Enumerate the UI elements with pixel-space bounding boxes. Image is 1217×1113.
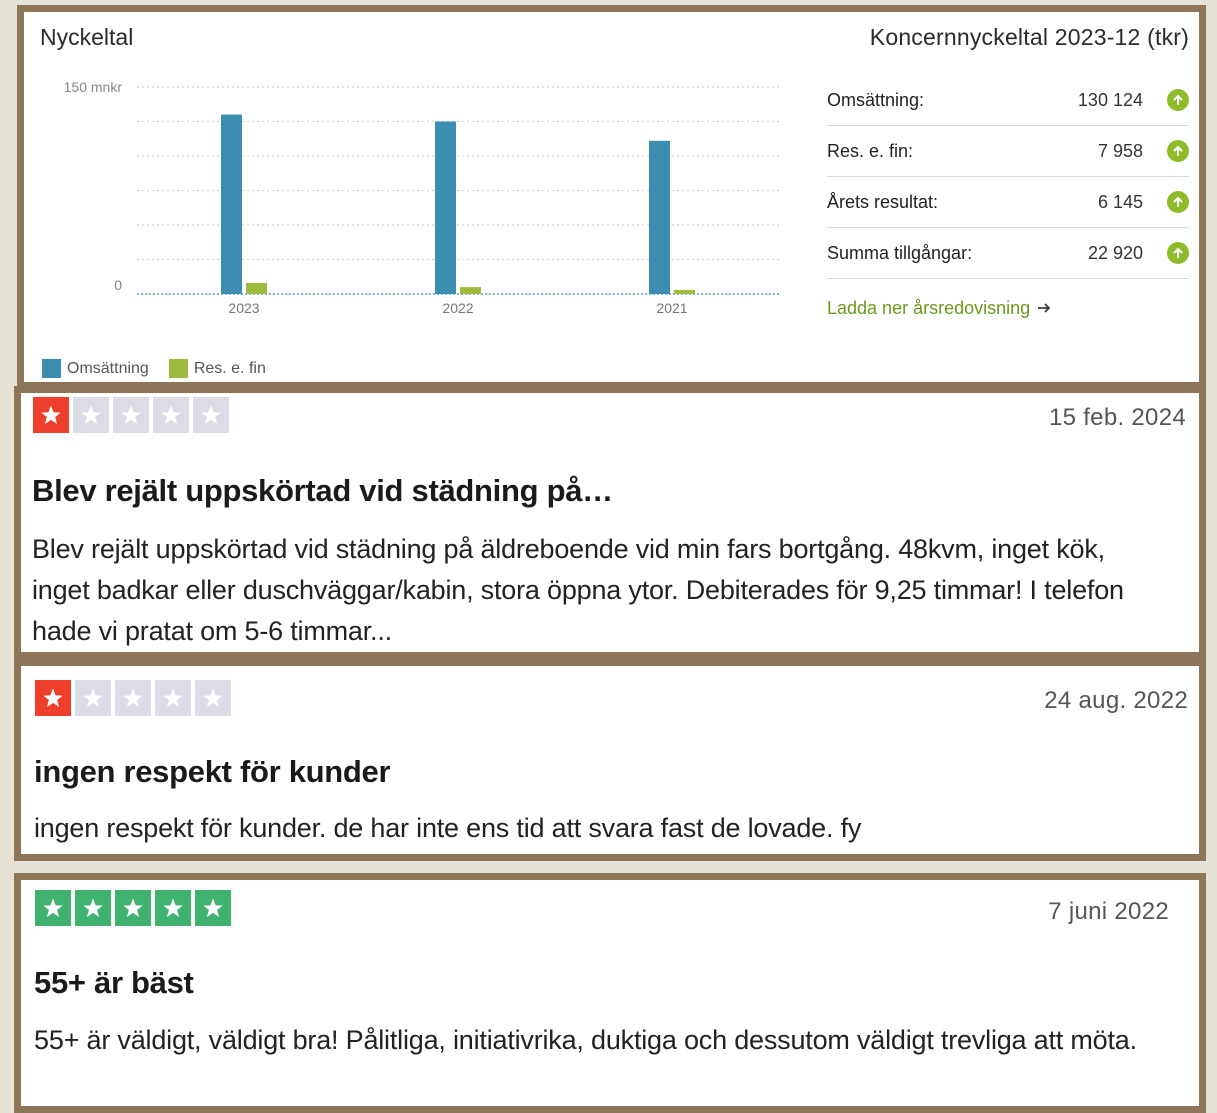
star-icon <box>155 890 191 926</box>
key-figure-label: Omsättning: <box>827 89 925 110</box>
star-rating <box>35 680 231 716</box>
key-figure-value: 6 145 <box>1097 191 1143 212</box>
star-rating <box>35 890 231 926</box>
bar-result <box>674 289 695 294</box>
review-card: 15 feb. 2024 Blev rejält uppskörtad vid … <box>14 386 1206 659</box>
star-icon <box>155 680 191 716</box>
star-icon <box>33 397 69 433</box>
review-body: 55+ är väldigt, väldigt bra! Pålitliga, … <box>34 1025 1137 1055</box>
key-figure-value: 7 958 <box>1097 140 1143 161</box>
legend-swatch-result <box>168 359 188 378</box>
arrow-up-icon <box>1167 140 1189 162</box>
review-date: 15 feb. 2024 <box>1048 404 1186 431</box>
bar-revenue <box>435 121 456 294</box>
review-title[interactable]: Blev rejält uppskörtad vid städning på… <box>32 473 613 509</box>
key-figure-row: Summa tillgångar: 22 920 <box>827 228 1189 279</box>
legend-label-revenue: Omsättning <box>67 359 149 377</box>
review-body: Blev rejält uppskörtad vid städning på ä… <box>32 534 1124 646</box>
star-icon <box>195 680 231 716</box>
key-figure-row: Res. e. fin: 7 958 <box>827 126 1189 177</box>
review-body: ingen respekt för kunder. de har inte en… <box>34 813 862 843</box>
x-tick-label: 2023 <box>228 300 259 316</box>
key-figure-value: 130 124 <box>1077 89 1143 110</box>
download-annual-report-link[interactable]: Ladda ner årsredovisning <box>827 298 1051 319</box>
key-figure-row: Årets resultat: 6 145 <box>827 177 1189 228</box>
bar-result <box>460 287 481 294</box>
star-icon <box>75 680 111 716</box>
group-figures-title: Koncernnyckeltal 2023-12 (tkr) <box>869 24 1189 50</box>
arrow-up-icon <box>1167 89 1189 111</box>
key-figures-table: Omsättning: 130 124 Res. e. fin: 7 958 Å… <box>827 75 1189 279</box>
legend-item-result: Res. e. fin <box>168 359 266 378</box>
x-tick-label: 2021 <box>656 300 687 316</box>
bar-result <box>246 282 267 294</box>
revenue-bar-chart: 150 mnkr 0 2023 2022 2021 <box>64 79 779 316</box>
y-tick-label: 150 mnkr <box>64 79 123 95</box>
key-figure-value: 22 920 <box>1087 242 1143 263</box>
legend-item-revenue: Omsättning <box>42 359 149 378</box>
star-icon <box>35 680 71 716</box>
download-link-label: Ladda ner årsredovisning <box>827 298 1031 318</box>
key-figure-label: Årets resultat: <box>827 191 939 212</box>
review-date: 24 aug. 2022 <box>1044 687 1188 714</box>
star-icon <box>75 890 111 926</box>
key-figures-card: Nyckeltal Koncernnyckeltal 2023-12 (tkr)… <box>17 5 1206 389</box>
star-icon <box>35 890 71 926</box>
legend-label-result: Res. e. fin <box>193 359 266 377</box>
review-card: 24 aug. 2022 ingen respekt för kunder in… <box>14 659 1206 861</box>
bar-revenue <box>649 140 670 294</box>
review-date: 7 juni 2022 <box>1048 898 1169 925</box>
star-icon <box>73 397 109 433</box>
y-tick-label: 0 <box>114 277 122 293</box>
review-card: 7 juni 2022 55+ är bäst 55+ är väldigt, … <box>14 873 1206 1113</box>
review-title[interactable]: ingen respekt för kunder <box>34 754 391 790</box>
key-figure-row: Omsättning: 130 124 <box>827 75 1189 126</box>
star-icon <box>115 890 151 926</box>
arrow-up-icon <box>1167 191 1189 213</box>
star-icon <box>115 680 151 716</box>
star-rating <box>33 397 229 433</box>
arrow-right-icon <box>1037 298 1051 319</box>
legend-swatch-revenue <box>42 359 61 378</box>
star-icon <box>153 397 189 433</box>
arrow-up-icon <box>1167 242 1189 264</box>
chart-legend: Omsättning Res. e. fin <box>42 359 266 378</box>
review-title[interactable]: 55+ är bäst <box>34 965 194 1001</box>
star-icon <box>113 397 149 433</box>
key-figure-label: Res. e. fin: <box>827 140 914 161</box>
x-tick-label: 2022 <box>442 300 473 316</box>
star-icon <box>195 890 231 926</box>
key-figure-label: Summa tillgångar: <box>827 242 973 263</box>
star-icon <box>193 397 229 433</box>
bar-revenue <box>221 114 242 294</box>
